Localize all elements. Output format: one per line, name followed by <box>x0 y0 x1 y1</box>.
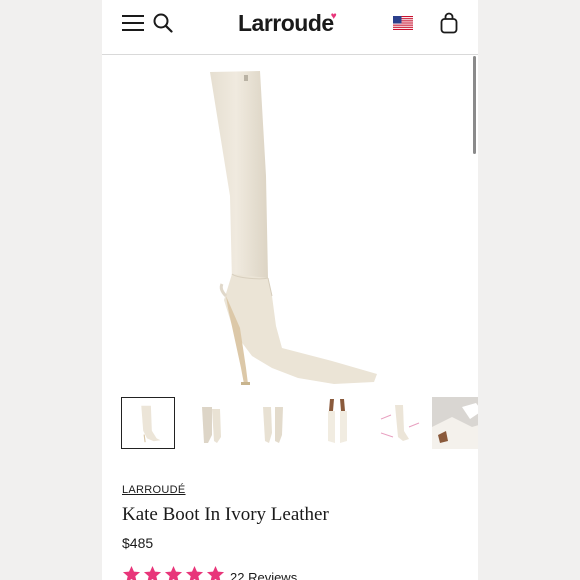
star-icon <box>206 565 225 580</box>
thumbnail-2[interactable] <box>184 397 238 449</box>
star-icon <box>164 565 183 580</box>
site-logo[interactable]: Larroude♥ <box>238 10 337 37</box>
product-main-image[interactable] <box>102 56 478 392</box>
thumbnail-1[interactable] <box>121 397 175 449</box>
thumbnail-6[interactable] <box>432 397 478 449</box>
logo-text: Larroude <box>238 10 334 36</box>
mobile-page: Larroude♥ LARROUDÉ Kate Boot In Ivory Le… <box>102 0 478 580</box>
brand-link[interactable]: LARROUDÉ <box>122 484 186 496</box>
product-title: Kate Boot In Ivory Leather <box>122 504 329 525</box>
star-icon <box>185 565 204 580</box>
hamburger-icon[interactable] <box>122 14 144 32</box>
product-price: $485 <box>122 535 154 551</box>
logo-heart-mark: ♥ <box>330 11 337 22</box>
thumbnail-3[interactable] <box>247 397 301 449</box>
thumbnail-4[interactable] <box>310 397 364 449</box>
reviews-link[interactable]: 22 Reviews <box>230 570 297 580</box>
star-icon <box>122 565 141 580</box>
thumbnail-5[interactable] <box>373 397 427 449</box>
us-flag-icon[interactable] <box>393 16 413 30</box>
search-icon[interactable] <box>153 13 173 33</box>
shopping-bag-icon[interactable] <box>440 12 458 34</box>
left-gutter <box>0 0 102 580</box>
thumbnail-strip <box>102 397 478 451</box>
star-icon <box>143 565 162 580</box>
right-gutter <box>478 0 580 580</box>
site-header: Larroude♥ <box>102 0 478 55</box>
